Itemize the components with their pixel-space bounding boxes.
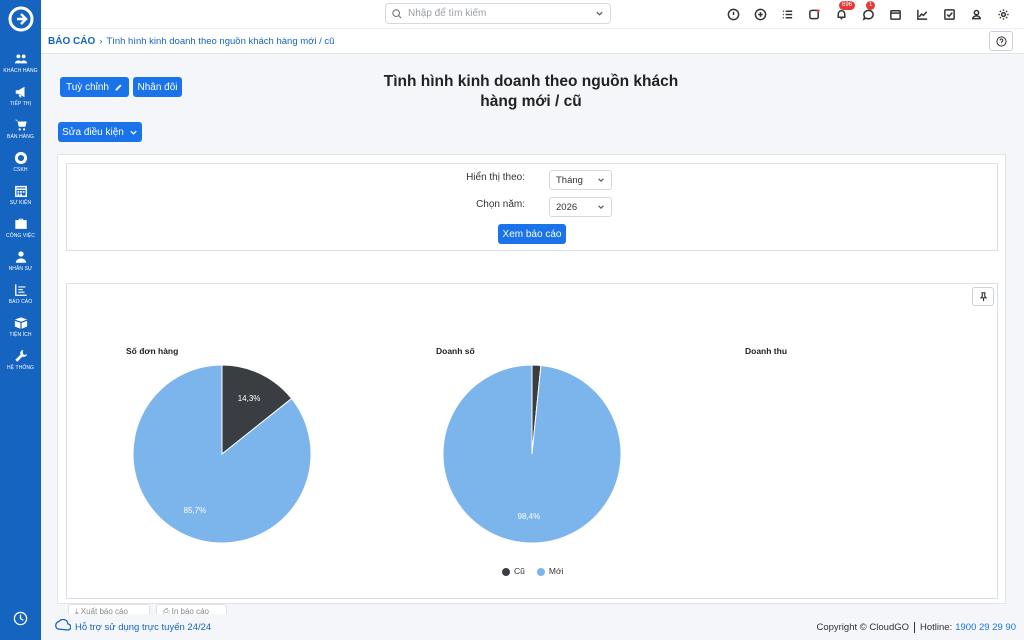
- search-box[interactable]: Nhập để tìm kiếm: [385, 3, 611, 24]
- cart-icon: [14, 119, 27, 131]
- year-label: Chọn năm:: [476, 199, 525, 210]
- legend-item-cu[interactable]: Cũ: [502, 566, 525, 576]
- footer-divider: [914, 622, 916, 633]
- info-icon[interactable]: [725, 6, 742, 22]
- cloudgo-logo-icon[interactable]: [8, 6, 34, 32]
- sidebar-item-2[interactable]: BÁN HÀNG: [0, 112, 41, 145]
- legend-item-moi[interactable]: Mới: [536, 566, 564, 576]
- hotline-label: Hotline:: [920, 622, 953, 633]
- wrench-icon: [14, 349, 27, 362]
- footer: Hỗ trợ sử dụng trực tuyến 24/24 Copyrigh…: [41, 614, 1024, 640]
- legend-swatch: [502, 567, 510, 576]
- sidebar-item-4[interactable]: SỰ KIỆN: [0, 178, 41, 211]
- edit-conditions-label: Sửa điều kiện: [62, 126, 124, 138]
- breadcrumb: BÁO CÁO › Tình hình kinh doanh theo nguồ…: [41, 28, 1024, 54]
- legend-label: Cũ: [514, 566, 525, 576]
- add-icon[interactable]: [752, 6, 769, 22]
- edit-conditions-button[interactable]: Sửa điều kiện: [58, 122, 142, 142]
- clock-icon[interactable]: [13, 611, 28, 626]
- gear-icon[interactable]: [995, 6, 1012, 22]
- duplicate-button[interactable]: Nhân đôi: [133, 77, 182, 97]
- sidebar-item-label: CÔNG VIỆC: [6, 232, 35, 239]
- users-icon: [14, 53, 27, 63]
- pie-label-0-1: 85,7%: [184, 506, 207, 515]
- view-report-button[interactable]: Xem báo cáo: [498, 224, 566, 244]
- pie-label-1-1: 98,4%: [518, 512, 541, 521]
- chat-icon[interactable]: 1: [860, 1, 877, 22]
- sidebar-item-label: HỆ THỐNG: [6, 364, 35, 371]
- report-panel: Hiển thị theo: Tháng Chọn năm: 2026 Xem …: [57, 154, 1006, 604]
- sidebar-item-3[interactable]: CSKH: [0, 145, 41, 178]
- breadcrumb-separator-icon: ›: [99, 35, 103, 47]
- year-select-value: 2026: [556, 201, 578, 213]
- pie-charts: 14,3% 85,7% 98,4%: [132, 364, 622, 544]
- legend-swatch: [536, 567, 545, 576]
- chart-legend: Cũ Mới: [502, 566, 563, 576]
- sidebar-item-label: SỰ KIỆN: [9, 199, 32, 206]
- filter-box: Hiển thị theo: Tháng Chọn năm: 2026 Xem …: [66, 163, 998, 251]
- question-icon: [995, 35, 1007, 47]
- sidebar-item-label: BÁO CÁO: [8, 298, 33, 305]
- customize-label: Tuỳ chỉnh: [66, 81, 109, 93]
- pencil-icon: [115, 84, 122, 91]
- sidebar-item-6[interactable]: NHÂN SỰ: [0, 244, 41, 277]
- sidebar-item-label: BÁN HÀNG: [7, 133, 34, 140]
- notification-badge: 696: [839, 1, 856, 10]
- megaphone-icon: [15, 86, 24, 97]
- report-icon: [14, 283, 27, 296]
- search-input[interactable]: Nhập để tìm kiếm: [408, 8, 595, 19]
- sidebar-item-9[interactable]: HỆ THỐNG: [0, 343, 41, 376]
- support-logo-icon: [55, 619, 71, 631]
- sidebar: KHÁCH HÀNG TIẾP THỊ BÁN HÀNG CSKH SỰ KIỆN CÔN…: [0, 0, 41, 640]
- customize-button[interactable]: Tuỳ chỉnh: [60, 77, 129, 97]
- sidebar-item-label: KHÁCH HÀNG: [3, 67, 38, 74]
- hotline-number[interactable]: 1900 29 29 90: [955, 622, 1016, 633]
- display-select-value: Tháng: [556, 174, 583, 186]
- sidebar-item-label: TIỆN ÍCH: [9, 331, 32, 338]
- sidebar-item-5[interactable]: CÔNG VIỆC: [0, 211, 41, 244]
- pie-label-0-0: 14,3%: [238, 394, 261, 403]
- box-icon: [14, 316, 27, 329]
- year-select[interactable]: 2026: [549, 197, 612, 217]
- breadcrumb-current: Tình hình kinh doanh theo nguồn khách hà…: [106, 35, 335, 47]
- support-link[interactable]: Hỗ trợ sử dụng trực tuyến 24/24: [75, 622, 211, 633]
- lifebuoy-icon: [14, 151, 27, 164]
- user-icon[interactable]: [968, 6, 985, 22]
- page-title: Tình hình kinh doanh theo nguồn khách hà…: [383, 73, 679, 110]
- topbar: Nhập để tìm kiếm 696 1: [41, 0, 1024, 28]
- breadcrumb-root[interactable]: BÁO CÁO: [48, 36, 95, 47]
- help-button[interactable]: [989, 31, 1013, 51]
- chevron-down-icon: [598, 178, 604, 182]
- sidebar-item-7[interactable]: BÁO CÁO: [0, 277, 41, 310]
- chevron-down-icon[interactable]: [595, 9, 604, 18]
- sidebar-item-0[interactable]: KHÁCH HÀNG: [0, 46, 41, 79]
- sidebar-item-8[interactable]: TIỆN ÍCH: [0, 310, 41, 343]
- chevron-down-icon: [598, 205, 604, 209]
- search-icon: [392, 8, 402, 19]
- copyright: Copyright © CloudGO: [816, 622, 910, 633]
- chart-box: Số đơn hàng Doanh số Doanh thu 14,3% 85,7…: [66, 283, 998, 599]
- calendar-icon[interactable]: [887, 6, 904, 22]
- sidebar-item-label: NHÂN SỰ: [8, 265, 33, 272]
- sidebar-item-1[interactable]: TIẾP THỊ: [0, 79, 41, 112]
- briefcase-icon: [14, 218, 27, 229]
- sidebar-item-label: TIẾP THỊ: [9, 100, 32, 107]
- chart-line-icon[interactable]: [914, 6, 931, 22]
- checkbox-icon[interactable]: [941, 6, 958, 22]
- legend-label: Mới: [548, 566, 564, 576]
- list-icon[interactable]: [779, 6, 796, 22]
- person-icon: [15, 250, 26, 263]
- task-icon[interactable]: [806, 6, 823, 22]
- chevron-down-icon: [130, 130, 137, 135]
- display-label: Hiển thị theo:: [466, 172, 525, 183]
- calendar-icon: [14, 185, 27, 197]
- display-select[interactable]: Tháng: [549, 170, 612, 190]
- bell-icon[interactable]: 696: [833, 1, 856, 22]
- sidebar-item-label: CSKH: [13, 166, 28, 173]
